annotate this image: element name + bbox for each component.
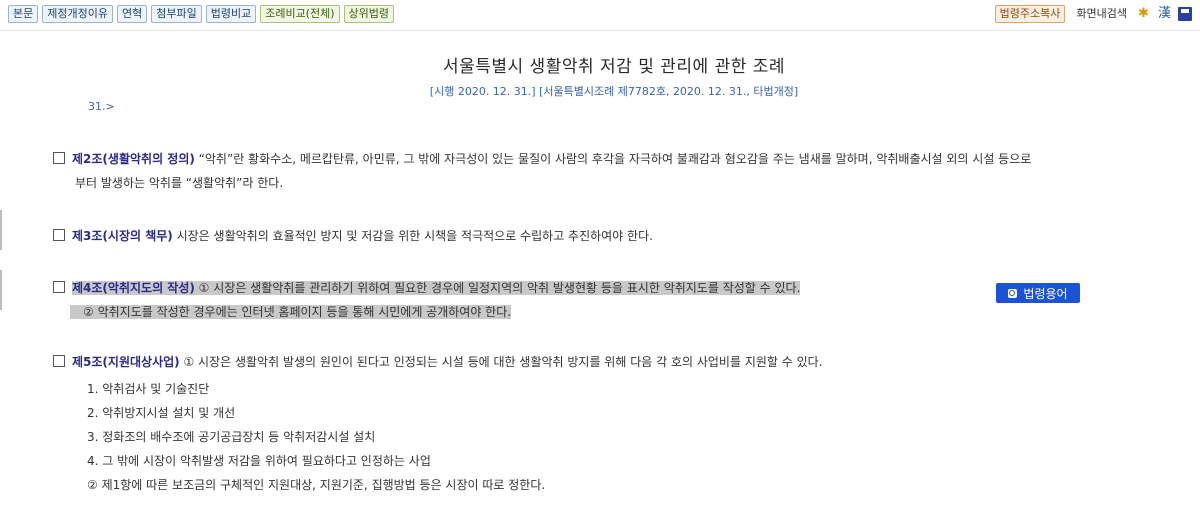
amendment-reason-button[interactable]: 제정개정이유 [42, 5, 113, 23]
law-compare-button[interactable]: 법령비교 [205, 5, 257, 23]
article-3-text-line1: 시장은 생활악취의 효율적인 방지 및 저감을 위한 시책을 적극적으로 수립하… [172, 229, 653, 243]
top-toolbar: 본문 제정개정이유 연혁 첨부파일 법령비교 조례비교(전체) 상위법령 법령주… [0, 0, 1200, 31]
article-4-text-line2: ② 악취지도를 작성한 경우에는 인터넷 홈페이지 등을 통해 시민에게 공개하… [70, 305, 512, 319]
article-3-heading[interactable]: 제3조(시장의 책무) [72, 229, 173, 243]
left-edge-marker [0, 210, 2, 250]
copy-law-address-button[interactable]: 법령주소복사 [994, 5, 1066, 23]
search-icon [1008, 288, 1018, 298]
article-2-heading[interactable]: 제2조(생활악취의 정의) [72, 152, 195, 166]
upper-law-button[interactable]: 상위법령 [343, 5, 394, 23]
article-4: 제4조(악취지도의 작성) ① 시장은 생활악취를 관리하기 위하여 필요한 경… [53, 276, 801, 324]
article-5: 제5조(지원대상사업) ① 시장은 생활악취 발생의 원인이 된다고 인정되는 … [53, 350, 823, 374]
article-5-checkbox[interactable] [53, 355, 65, 367]
star-icon[interactable]: ✱ [1138, 7, 1152, 21]
save-icon[interactable] [1178, 7, 1192, 21]
toolbar-left-group: 본문 제정개정이유 연혁 첨부파일 법령비교 조례비교(전체) 상위법령 [8, 5, 394, 23]
article-4-text-line1: ① 시장은 생활악취를 관리하기 위하여 필요한 경우에 일정지역의 악취 발생… [194, 281, 801, 295]
article-5-paragraph-2: ② 제1항에 따른 보조금의 구체적인 지원대상, 지원기준, 집행방법 등은 … [87, 478, 546, 492]
article-3-checkbox[interactable] [53, 229, 65, 241]
hanja-icon[interactable]: 漢 [1158, 7, 1172, 21]
left-edge-marker-2 [0, 270, 2, 310]
enforcement-info: [시행 2020. 12. 31.] [서울특별시조례 제7782호, 2020… [429, 85, 799, 98]
article-5-item-1: 1. 악취검사 및 기술진단 [87, 382, 210, 396]
article-5-heading[interactable]: 제5조(지원대상사업) [72, 355, 180, 369]
article-5-item-2: 2. 악취방지시설 설치 및 개선 [87, 406, 236, 420]
history-button[interactable]: 연혁 [116, 5, 148, 23]
ordinance-compare-all-button[interactable]: 조례비교(전체) [260, 5, 340, 23]
legal-term-button[interactable]: 법령용어 [996, 283, 1080, 303]
article-2-text-line1: “악취”란 황화수소, 메르캅탄류, 아민류, 그 밖에 자극성이 있는 물질이… [194, 152, 1032, 166]
page-search-button[interactable]: 화면내검색 [1071, 5, 1132, 23]
article-3: 제3조(시장의 책무) 시장은 생활악취의 효율적인 방지 및 저감을 위한 시… [53, 224, 653, 248]
article-2: 제2조(생활악취의 정의) “악취”란 황화수소, 메르캅탄류, 아민류, 그 … [53, 147, 1031, 195]
continuation-text: 31.> [88, 100, 115, 113]
article-2-checkbox[interactable] [53, 152, 65, 164]
article-5-text-line1: ① 시장은 생활악취 발생의 원인이 된다고 인정되는 시설 등에 대한 생활악… [179, 355, 823, 369]
attachment-button[interactable]: 첨부파일 [151, 5, 202, 23]
toolbar-right-group: 법령주소복사 화면내검색 ✱ 漢 [994, 5, 1192, 23]
article-2-text-line2: 부터 발생하는 악취를 “생활악취”라 한다. [75, 176, 284, 190]
article-4-checkbox[interactable] [53, 281, 65, 293]
page-title: 서울특별시 생활악취 저감 및 관리에 관한 조례 [442, 57, 786, 77]
article-5-item-4: 4. 그 밖에 시장이 악취발생 저감을 위하여 필요하다고 인정하는 사업 [87, 454, 431, 468]
legal-term-label: 법령용어 [1023, 286, 1068, 301]
body-button[interactable]: 본문 [8, 5, 39, 23]
article-4-heading[interactable]: 제4조(악취지도의 작성) [72, 281, 195, 295]
article-5-item-3: 3. 정화조의 배수조에 공기공급장치 등 악취저감시설 설치 [87, 430, 376, 444]
